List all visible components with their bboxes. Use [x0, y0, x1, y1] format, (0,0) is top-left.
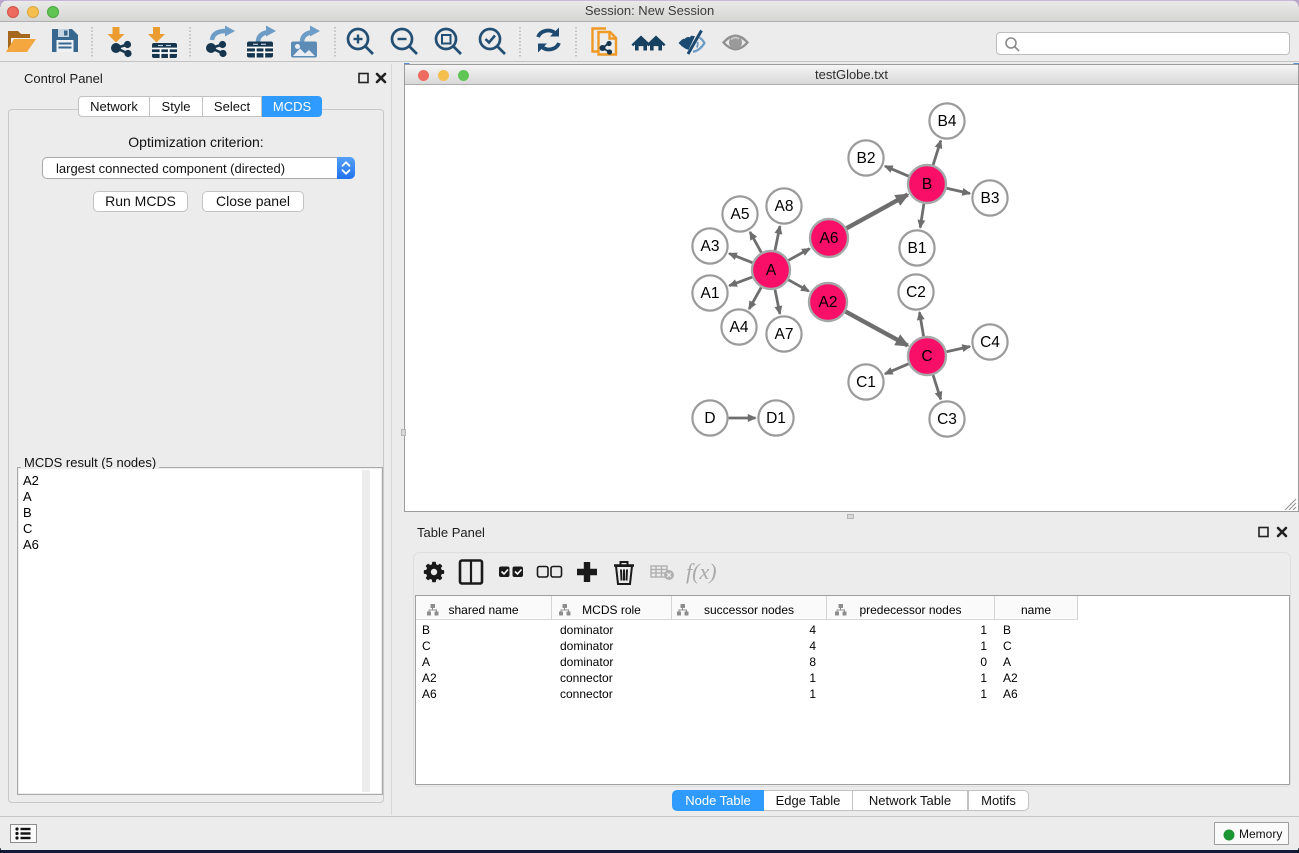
svg-text:C: C	[921, 348, 932, 365]
svg-text:D: D	[704, 410, 715, 427]
svg-text:C3: C3	[937, 411, 957, 428]
svg-text:C1: C1	[856, 374, 876, 391]
svg-text:B3: B3	[981, 190, 1000, 207]
svg-text:B4: B4	[938, 113, 957, 130]
svg-text:B: B	[922, 176, 932, 193]
svg-text:A7: A7	[775, 326, 794, 343]
svg-text:f(x): f(x)	[686, 559, 717, 584]
svg-text:B2: B2	[857, 150, 876, 167]
svg-text:A6: A6	[820, 230, 839, 247]
svg-text:A4: A4	[730, 319, 749, 336]
svg-text:D1: D1	[766, 410, 786, 427]
svg-text:A: A	[766, 262, 777, 279]
svg-text:A5: A5	[731, 206, 750, 223]
svg-text:A8: A8	[775, 198, 794, 215]
svg-text:C2: C2	[906, 284, 926, 301]
svg-text:A3: A3	[701, 238, 720, 255]
svg-text:B1: B1	[908, 240, 927, 257]
svg-text:A1: A1	[701, 285, 720, 302]
svg-text:A2: A2	[819, 294, 838, 311]
svg-text:C4: C4	[980, 334, 1000, 351]
